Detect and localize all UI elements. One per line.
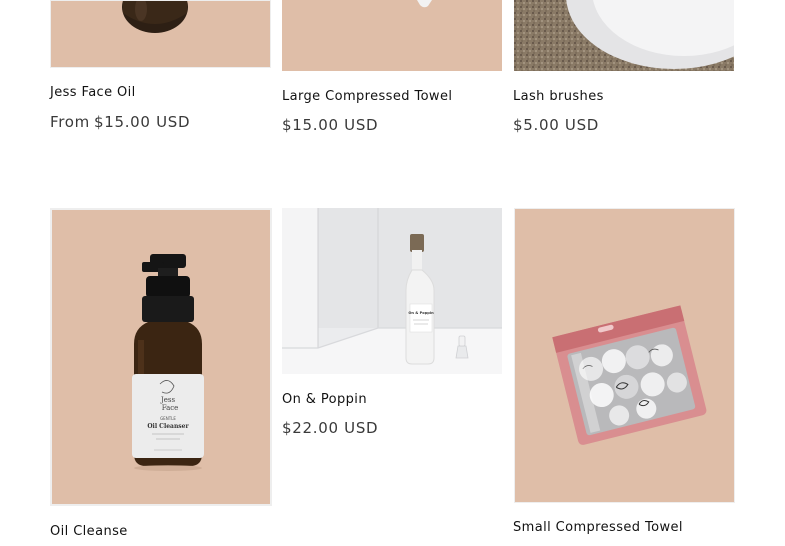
product-grid-page: Jess Face Oil From $15.00 USD Large Compr…	[0, 0, 785, 546]
price-value: $15.00 USD	[93, 113, 191, 131]
price-prefix: From	[50, 113, 90, 131]
label-sub-text: Face	[162, 404, 179, 412]
product-price: $15.00 USD	[282, 116, 379, 134]
label-gentle-text: GENTLE	[160, 416, 176, 421]
product-image-link[interactable]	[282, 0, 502, 71]
product-price: From $15.00 USD	[50, 113, 190, 131]
label-product-text: Oil Cleanser	[147, 423, 189, 430]
product-title-link[interactable]: Small Compressed Towel	[513, 520, 683, 535]
product-image-link[interactable]	[50, 0, 271, 68]
product-title-link[interactable]: Large Compressed Towel	[282, 89, 452, 104]
product-image-link[interactable]: On & Poppin	[282, 208, 502, 374]
face-oil-bottle-icon	[122, 1, 188, 33]
product-image-link[interactable]: Jess Face GENTLE Oil Cleanser	[50, 208, 272, 506]
oil-cleanser-bottle-icon: Jess Face GENTLE Oil Cleanser	[132, 254, 204, 471]
lash-brushes-icon	[514, 0, 734, 71]
product-title-link[interactable]: Jess Face Oil	[50, 85, 136, 100]
product-title-link[interactable]: Oil Cleanse	[50, 524, 128, 539]
product-title-link[interactable]: Lash brushes	[513, 89, 604, 104]
product-title-link[interactable]: On & Poppin	[282, 392, 367, 407]
product-image-link[interactable]	[514, 208, 735, 503]
spray-bottle-icon: On & Poppin	[282, 208, 502, 374]
towel-packet-icon	[552, 305, 707, 445]
label-text: On & Poppin	[408, 311, 434, 315]
compressed-towel-icon	[417, 0, 432, 8]
product-price: $5.00 USD	[513, 116, 600, 134]
label-brand-text: Jess	[160, 396, 176, 404]
product-price: $22.00 USD	[282, 419, 379, 437]
product-image-link[interactable]	[514, 0, 734, 71]
